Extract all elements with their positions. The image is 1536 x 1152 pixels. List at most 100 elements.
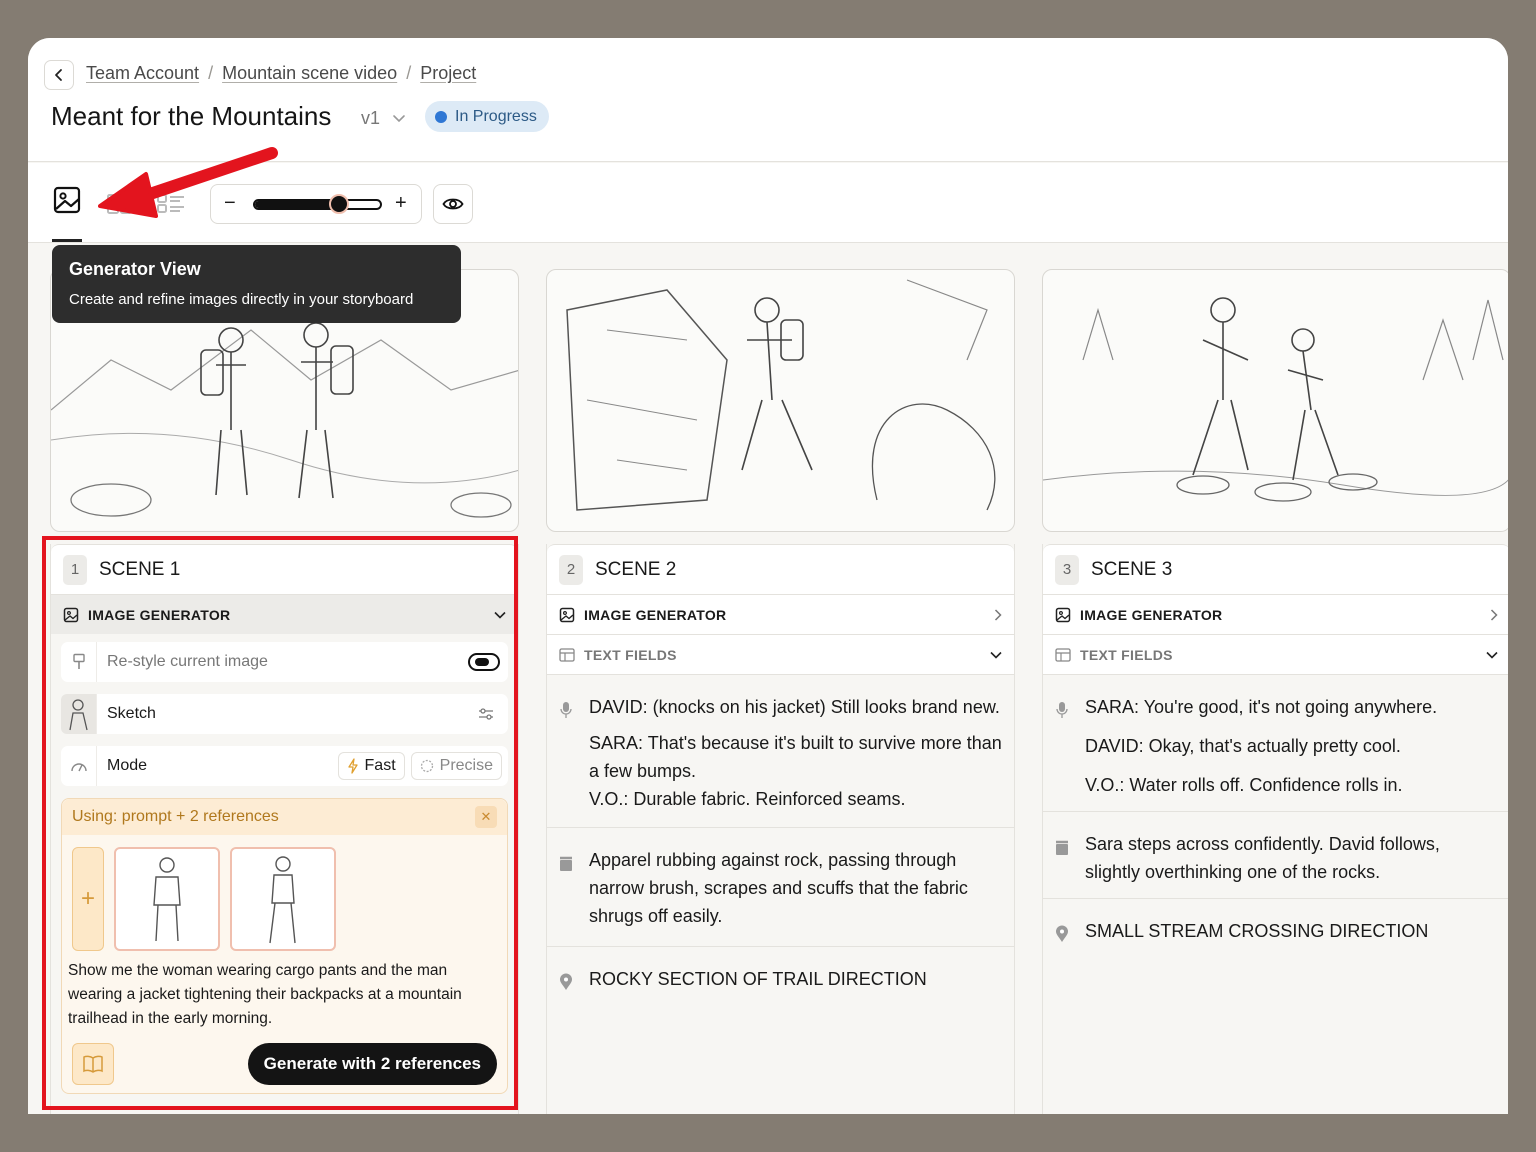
scene-3-image[interactable] — [1042, 269, 1508, 532]
restyle-label: Re-style current image — [107, 653, 268, 670]
eye-icon — [442, 198, 464, 210]
map-pin-icon — [1056, 925, 1068, 942]
section-label: IMAGE GENERATOR — [584, 606, 727, 623]
scene-2-panel: 2 SCENE 2 IMAGE GENERATOR TEXT FIELDS DA… — [546, 544, 1015, 1114]
version-selector[interactable]: v1 — [361, 108, 406, 129]
text-fields-section-toggle[interactable]: TEXT FIELDS — [1043, 634, 1508, 674]
dialogue-line: SARA: You're good, it's not going anywhe… — [1085, 697, 1438, 717]
references-box: Using: prompt + 2 references ✕ + Show me… — [61, 798, 508, 1094]
chevron-right-icon — [994, 608, 1002, 621]
style-row[interactable]: Sketch — [61, 694, 508, 734]
mode-fast-option[interactable]: Fast — [337, 752, 405, 780]
dialogue-line: V.O.: Durable fabric. Reinforced seams. — [589, 789, 906, 809]
table-icon — [1055, 647, 1071, 662]
generator-view-tooltip: Generator View Create and refine images … — [52, 245, 461, 323]
scene-title[interactable]: SCENE 1 — [99, 559, 180, 581]
restyle-row: Re-style current image — [61, 642, 508, 682]
dialogue-line: V.O.: Water rolls off. Confidence rolls … — [1085, 775, 1403, 795]
scene-number: 2 — [559, 554, 583, 585]
map-pin-icon — [560, 973, 572, 990]
prompt-text[interactable]: Show me the woman wearing cargo pants an… — [62, 951, 507, 1031]
dialogue-line: DAVID: (knocks on his jacket) Still look… — [589, 697, 1000, 717]
generate-button[interactable]: Generate with 2 references — [247, 1043, 497, 1085]
chevron-down-icon — [393, 114, 405, 122]
scene-1-panel: 1 SCENE 1 IMAGE GENERATOR Re-style curre… — [50, 544, 519, 1114]
lightning-icon — [347, 758, 358, 774]
scene-column-3 — [1042, 269, 1508, 532]
target-icon — [420, 759, 433, 773]
location-field[interactable]: SMALL STREAM CROSSING DIRECTION — [1043, 898, 1508, 953]
clapperboard-icon — [560, 856, 572, 871]
sliders-icon[interactable] — [478, 707, 494, 721]
sketch-illustration — [566, 279, 996, 511]
reference-thumbnails: + — [62, 835, 507, 951]
location-field[interactable]: ROCKY SECTION OF TRAIL DIRECTION — [547, 946, 1014, 1001]
chevron-down-icon — [1486, 651, 1498, 659]
book-icon — [83, 1055, 103, 1073]
image-icon — [63, 607, 79, 622]
tooltip-description: Create and refine images directly in you… — [69, 291, 414, 308]
microphone-icon — [560, 702, 572, 718]
image-generator-section-toggle[interactable]: IMAGE GENERATOR — [547, 594, 1014, 634]
add-reference-button[interactable]: + — [72, 847, 104, 951]
sketch-illustration — [1043, 297, 1508, 502]
generator-footer: Generate with 2 references — [62, 1031, 507, 1093]
chevron-down-icon — [990, 651, 1002, 659]
references-header: Using: prompt + 2 references ✕ — [62, 799, 507, 835]
paint-brush-icon — [72, 653, 85, 669]
scene-column-2 — [546, 269, 1015, 532]
action-field[interactable]: Sara steps across confidently. David fol… — [1043, 811, 1508, 898]
style-label: Sketch — [107, 705, 156, 722]
location-text: ROCKY SECTION OF TRAIL DIRECTION — [589, 969, 927, 989]
restyle-toggle[interactable] — [468, 653, 500, 671]
mode-row: Mode Fast Precise — [61, 746, 508, 786]
status-dot — [435, 110, 447, 123]
annotation-arrow — [98, 147, 278, 218]
man-reference-sketch — [153, 857, 181, 942]
prompt-library-button[interactable] — [72, 1043, 114, 1085]
image-generator-section-toggle[interactable]: IMAGE GENERATOR — [1043, 594, 1508, 634]
image-generator-section-toggle[interactable]: IMAGE GENERATOR — [51, 594, 518, 634]
dialogue-line: SARA: That's because it's built to survi… — [589, 733, 1002, 781]
dialogue-field[interactable]: SARA: You're good, it's not going anywhe… — [1043, 674, 1508, 811]
scene-number: 1 — [63, 554, 87, 585]
status-badge: In Progress — [425, 101, 549, 132]
section-label: TEXT FIELDS — [584, 646, 677, 663]
preview-button[interactable] — [433, 184, 473, 224]
reference-thumbnail[interactable] — [114, 847, 220, 951]
version-label: v1 — [361, 108, 381, 128]
table-icon — [559, 647, 575, 662]
chevron-right-icon — [1490, 608, 1498, 621]
action-text: Apparel rubbing against rock, passing th… — [589, 850, 968, 926]
action-field[interactable]: Apparel rubbing against rock, passing th… — [547, 827, 1014, 946]
image-generator-body: Re-style current image Sketch Mode Fast — [51, 634, 518, 1094]
scene-header: 3 SCENE 3 — [1043, 544, 1508, 594]
scene-2-image[interactable] — [546, 269, 1015, 532]
section-label: IMAGE GENERATOR — [1080, 606, 1223, 623]
active-tab-indicator — [52, 239, 82, 242]
mode-fast-label: Fast — [364, 757, 396, 774]
gauge-icon — [70, 763, 87, 772]
action-text: Sara steps across confidently. David fol… — [1085, 834, 1440, 882]
scene-header: 1 SCENE 1 — [51, 544, 518, 594]
chevron-down-icon — [494, 611, 506, 619]
section-label: IMAGE GENERATOR — [88, 606, 231, 623]
image-icon — [559, 607, 575, 622]
mode-precise-option[interactable]: Precise — [410, 752, 502, 780]
breadcrumb-project[interactable]: Project — [420, 63, 476, 84]
image-icon — [1055, 607, 1071, 622]
scene-title[interactable]: SCENE 3 — [1091, 559, 1172, 581]
using-label: Using: prompt + 2 references — [72, 808, 279, 825]
woman-reference-sketch — [269, 856, 296, 944]
dialogue-field[interactable]: DAVID: (knocks on his jacket) Still look… — [547, 674, 1014, 827]
reference-thumbnail[interactable] — [230, 847, 336, 951]
scene-number: 3 — [1055, 554, 1079, 585]
clear-references-button[interactable]: ✕ — [475, 806, 497, 828]
app-window: Team Account / Mountain scene video / Pr… — [28, 38, 1508, 1114]
zoom-slider-handle[interactable] — [329, 194, 350, 214]
text-fields-section-toggle[interactable]: TEXT FIELDS — [547, 634, 1014, 674]
sketch-style-thumbnail — [68, 699, 88, 731]
scene-title[interactable]: SCENE 2 — [595, 559, 676, 581]
status-label: In Progress — [455, 107, 537, 125]
zoom-in-button[interactable]: + — [395, 192, 407, 215]
